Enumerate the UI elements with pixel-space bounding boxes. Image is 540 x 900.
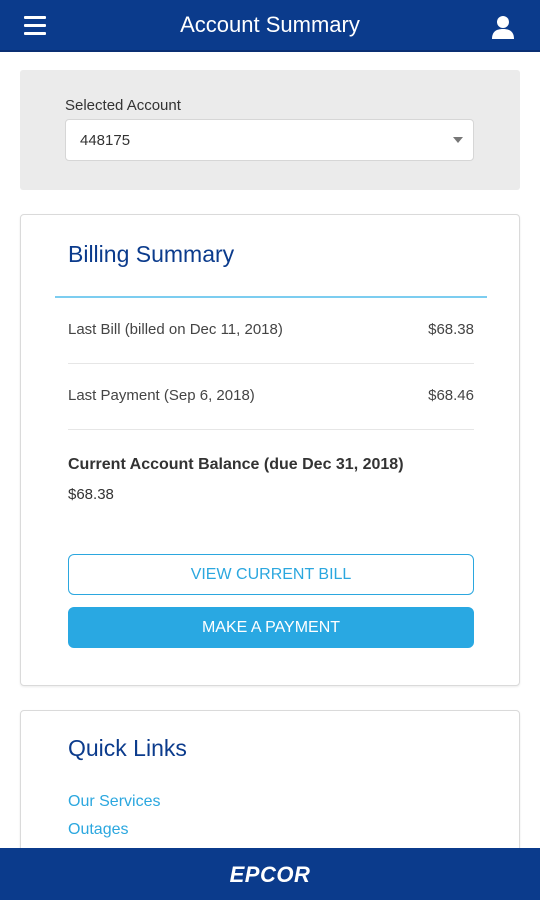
last-bill-amount: $68.38 — [428, 321, 474, 338]
quick-links-title: Quick Links — [68, 735, 187, 761]
quick-link-outages[interactable]: Outages — [68, 821, 128, 839]
last-bill-label: Last Bill (billed on Dec 11, 2018) — [68, 321, 283, 338]
page-title: Account Summary — [180, 12, 360, 37]
view-current-bill-button[interactable]: VIEW CURRENT BILL — [68, 554, 474, 595]
last-bill-row: Last Bill (billed on Dec 11, 2018) $68.3… — [68, 298, 474, 364]
last-payment-row: Last Payment (Sep 6, 2018) $68.46 — [68, 364, 474, 430]
last-payment-amount: $68.46 — [428, 387, 474, 404]
quick-link-our-services[interactable]: Our Services — [68, 793, 160, 811]
footer-bar: EPCOR — [0, 848, 540, 900]
chevron-down-icon — [453, 137, 463, 143]
account-dropdown[interactable]: 448175 — [65, 119, 474, 161]
billing-summary-title: Billing Summary — [68, 241, 235, 267]
make-payment-button[interactable]: MAKE A PAYMENT — [68, 607, 474, 648]
billing-summary-card: Billing Summary Last Bill (billed on Dec… — [20, 214, 520, 686]
account-dropdown-value: 448175 — [80, 132, 131, 149]
current-balance-amount: $68.38 — [68, 486, 114, 503]
current-balance-label: Current Account Balance (due Dec 31, 201… — [68, 456, 404, 473]
account-selector-panel: Selected Account 448175 — [20, 70, 520, 190]
epcor-logo: EPCOR — [229, 862, 311, 887]
selected-account-label: Selected Account — [65, 97, 181, 114]
user-profile-icon[interactable] — [490, 14, 516, 40]
last-payment-label: Last Payment (Sep 6, 2018) — [68, 387, 255, 404]
top-app-bar: Account Summary — [0, 0, 540, 52]
